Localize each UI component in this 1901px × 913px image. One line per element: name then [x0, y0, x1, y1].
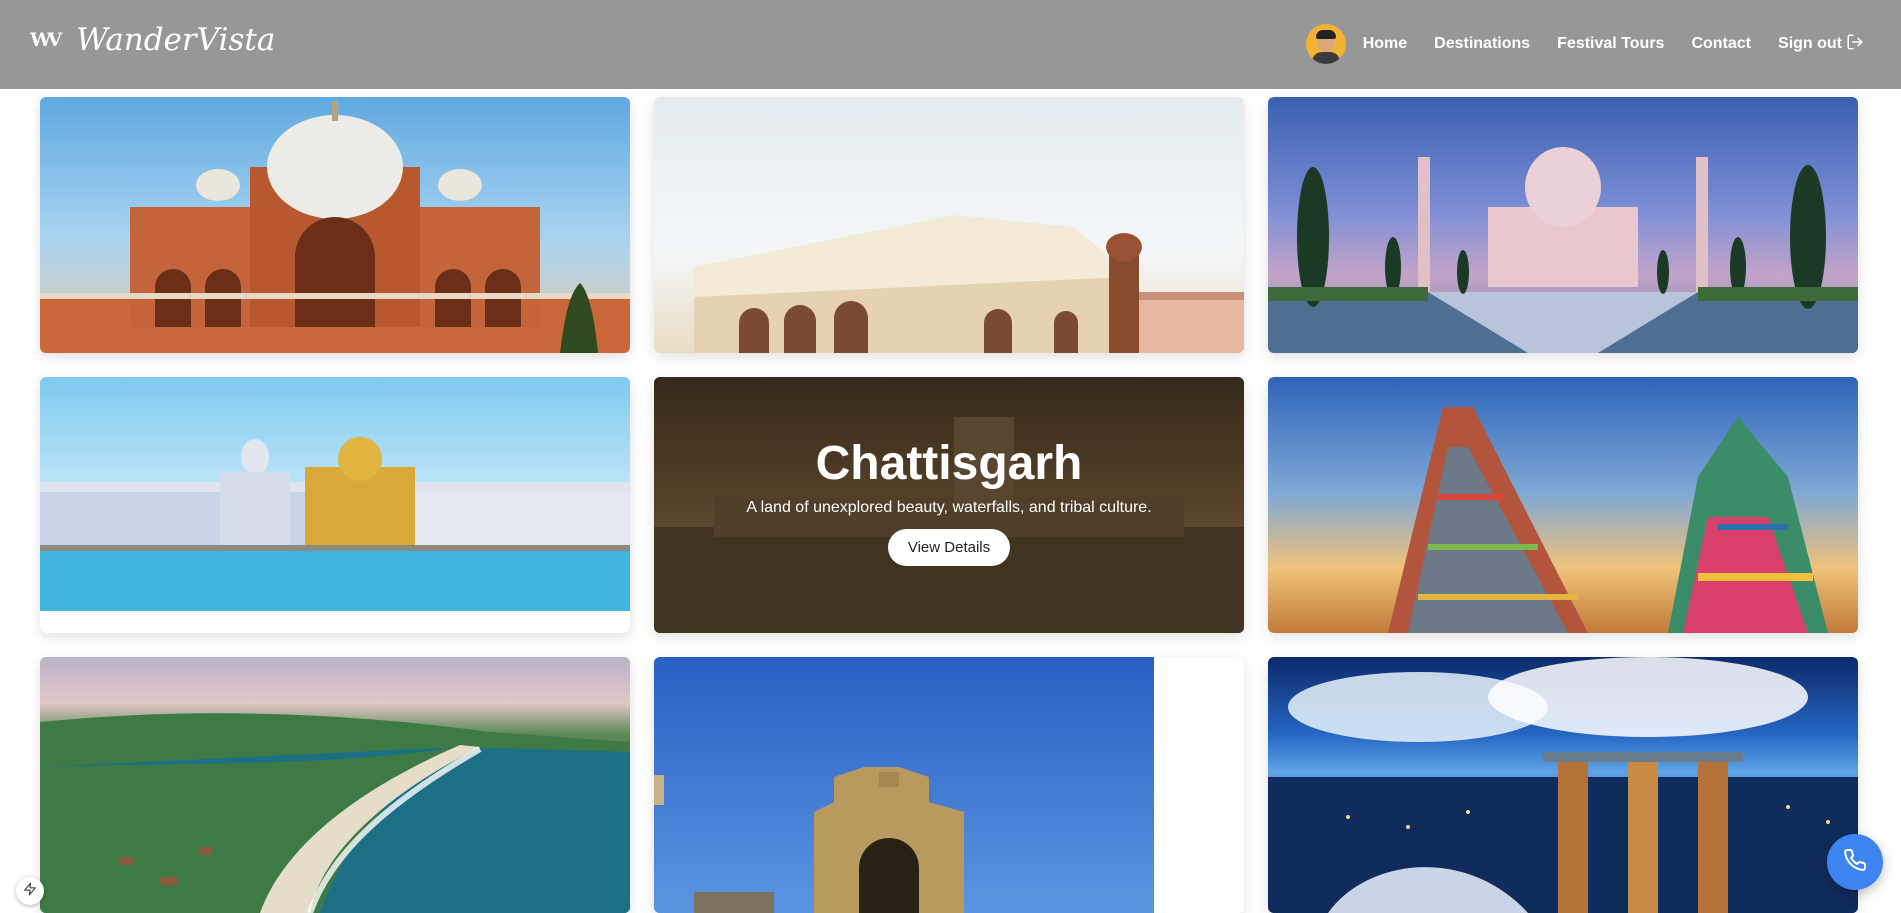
call-button[interactable] — [1827, 834, 1883, 890]
destination-description: A land of unexplored beauty, waterfalls,… — [746, 499, 1152, 516]
logo-text: WanderVista — [76, 22, 276, 58]
logo-mark: WV — [30, 29, 62, 51]
view-details-button[interactable]: View Details — [887, 529, 1011, 566]
destination-image — [1268, 377, 1858, 633]
destination-card-golden-temple[interactable] — [40, 377, 630, 633]
destination-card-gateway-of-india[interactable] — [654, 657, 1244, 913]
destination-card-chhattisgarh[interactable]: Chattisgarh A land of unexplored beauty,… — [654, 377, 1244, 633]
destination-title: Chattisgarh — [815, 437, 1083, 490]
destination-image — [1268, 657, 1858, 913]
nav-festival-tours[interactable]: Festival Tours — [1557, 35, 1664, 53]
sign-out-label: Sign out — [1778, 35, 1842, 52]
site-header: WV WanderVista Home Destinations Festiva… — [0, 0, 1901, 89]
destination-image — [40, 97, 630, 353]
phone-icon — [1843, 848, 1867, 877]
sign-out-icon — [1846, 33, 1864, 56]
nav-home[interactable]: Home — [1363, 35, 1407, 53]
nav-contact[interactable]: Contact — [1691, 35, 1751, 53]
user-avatar[interactable] — [1305, 24, 1346, 64]
destination-overlay: Chattisgarh A land of unexplored beauty,… — [654, 377, 1244, 633]
destination-image — [1268, 97, 1858, 353]
destination-image — [654, 657, 1244, 913]
destination-image — [654, 97, 1244, 353]
bolt-icon — [23, 882, 37, 901]
destination-card-taj-mahal[interactable] — [1268, 97, 1858, 353]
destination-card-goa-beach[interactable] — [40, 657, 630, 913]
destination-card-madurai-temple[interactable] — [1268, 377, 1858, 633]
logo[interactable]: WV WanderVista — [30, 22, 275, 58]
destination-card-humayun-tomb[interactable] — [40, 97, 630, 353]
nav-destinations[interactable]: Destinations — [1434, 35, 1530, 53]
destination-image — [40, 657, 630, 913]
bolt-badge[interactable] — [16, 877, 44, 905]
destination-card-jaipur-palace[interactable] — [654, 97, 1244, 353]
destination-card-marina-bay-sands[interactable] — [1268, 657, 1858, 913]
nav-sign-out[interactable]: Sign out — [1778, 33, 1864, 56]
main-nav: Home Destinations Festival Tours Contact… — [1305, 24, 1864, 64]
destination-image — [40, 377, 630, 633]
